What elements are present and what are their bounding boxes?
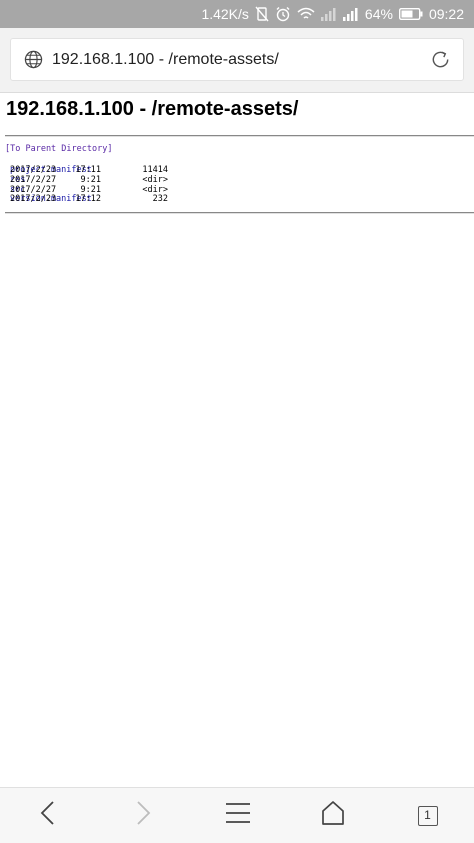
entry-size: 11414 [142,165,168,175]
page-content: 192.168.1.100 - /remote-assets/ [To Pare… [0,93,474,787]
bottom-navigation: 1 [0,787,474,843]
home-icon [320,800,346,831]
entry-date: 2017/2/23 [10,194,57,205]
forward-button[interactable] [95,788,190,843]
clock: 09:22 [428,6,464,22]
browser-toolbar: 192.168.1.100 - /remote-assets/ [0,28,474,93]
status-icons: 1.42K/s 64% 09:22 [201,0,464,28]
address-text[interactable]: 192.168.1.100 - /remote-assets/ [52,39,279,80]
status-bar: 1.42K/s 64% 09:22 [0,0,474,28]
mute-icon [255,6,269,22]
menu-icon [225,802,251,829]
network-speed: 1.42K/s [201,6,249,22]
menu-button[interactable] [190,788,285,843]
signal-weak-icon [320,7,337,21]
alarm-icon [275,6,291,22]
directory-listing: 2017/2/23 17:11 11414 project.manifest 2… [10,165,168,205]
entry-size: <dir> [142,184,168,195]
entry-time: 17:11 [75,165,101,175]
home-button[interactable] [285,788,380,843]
forward-icon [133,800,153,831]
entry-size: <dir> [142,174,168,185]
back-button[interactable] [0,788,95,843]
page-title: 192.168.1.100 - /remote-assets/ [6,98,299,120]
entry-size: 232 [152,194,168,205]
wifi-icon [297,7,315,21]
parent-directory-link[interactable]: [To Parent Directory] [5,144,112,154]
entry-time: 17:12 [75,194,101,205]
entry-time: 9:21 [80,174,101,185]
globe-icon [24,50,43,74]
signal-icon [342,7,359,21]
bottom-divider [5,212,474,214]
list-item: 2017/2/27 9:21 <dir> res [10,174,168,185]
address-bar[interactable]: 192.168.1.100 - /remote-assets/ [10,38,464,81]
reload-icon[interactable] [429,48,452,76]
tabs-button[interactable]: 1 [380,788,474,843]
top-divider [5,135,474,137]
battery-percent: 64% [364,6,393,22]
tabs-icon: 1 [417,805,438,826]
entry-time: 9:21 [80,184,101,195]
list-item: 2017/2/27 9:21 <dir> src [10,184,168,195]
entry-date: 2017/2/27 [10,184,57,195]
battery-icon [398,8,423,20]
entry-date: 2017/2/23 [10,165,57,175]
back-icon [38,800,58,831]
entry-date: 2017/2/27 [10,174,57,185]
list-item: 2017/2/23 17:12 232 version.manifest [10,194,168,205]
list-item: 2017/2/23 17:11 11414 project.manifest [10,165,168,175]
